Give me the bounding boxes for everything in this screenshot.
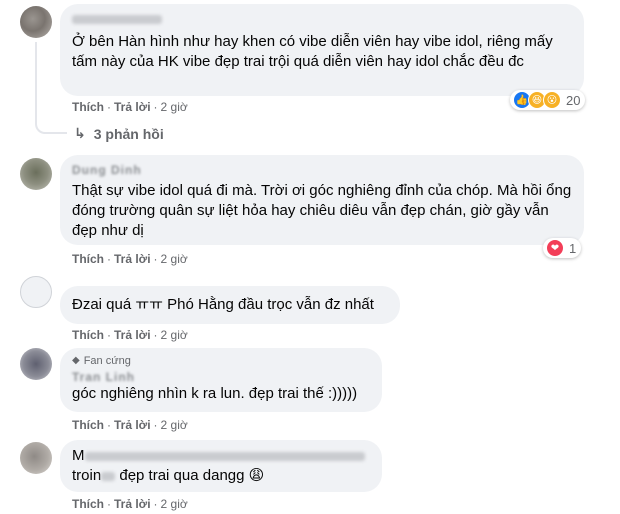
comment-5-redacted-2 [101, 469, 116, 483]
comment-3-reply-link[interactable]: Trả lời [114, 328, 151, 342]
comment-5-line-1: M [72, 446, 370, 466]
commenter-2-name[interactable]: Dung Dinh [72, 163, 572, 177]
comment-1-like-link[interactable]: Thích [72, 100, 104, 114]
commenter-4-avatar[interactable] [20, 348, 52, 380]
comment-5-bubble: M troin đẹp trai qua dangg 😩 [60, 440, 382, 492]
commenter-3-avatar[interactable] [20, 276, 52, 308]
comment-5-like-link[interactable]: Thích [72, 497, 104, 511]
commenter-4-name[interactable]: Tran Linh [72, 370, 370, 384]
comment-1-time[interactable]: 2 giờ [161, 100, 188, 114]
reply-arrow-icon: ↳ [74, 125, 86, 141]
comment-4-like-link[interactable]: Thích [72, 418, 104, 432]
commenter-1-name[interactable] [72, 12, 572, 26]
comment-2-actions: Thích · Trả lời · 2 giờ [72, 252, 188, 266]
weary-face-emoji-icon: 😩 [248, 467, 265, 484]
comment-4-bubble: ◆ Fan cứng Tran Linh góc nghiêng nhìn k … [60, 348, 382, 412]
comment-4-actions: Thích · Trả lời · 2 giờ [72, 418, 188, 432]
comment-5-reply-link[interactable]: Trả lời [114, 497, 151, 511]
comment-3-bubble: Đzai quá ㅠㅠ Phó Hằng đầu trọc vẫn đz nhấ… [60, 286, 400, 324]
comment-1-actions: Thích · Trả lời · 2 giờ [72, 100, 188, 114]
wow-reaction-icon: 😮 [543, 91, 561, 109]
comment-4-time[interactable]: 2 giờ [161, 418, 188, 432]
comment-1-reactions[interactable]: 👍 😆 😮 20 [510, 90, 586, 110]
comment-1-text: Ở bên Hàn hình như hay khen có vibe diễn… [72, 33, 553, 70]
comment-5-line-2: troin đẹp trai qua dangg 😩 [72, 466, 370, 486]
comment-4-reply-link[interactable]: Trả lời [114, 418, 151, 432]
comment-2-text: Thật sự vibe idol quá đi mà. Trời ơi góc… [72, 182, 572, 239]
love-reaction-icon: ❤ [546, 239, 564, 257]
comment-2-like-link[interactable]: Thích [72, 252, 104, 266]
replies-count-label: 3 phản hồi [93, 125, 164, 142]
comment-1-reaction-count: 20 [566, 92, 581, 108]
comment-2-reactions[interactable]: ❤ 1 [543, 238, 582, 258]
comment-2-reply-link[interactable]: Trả lời [114, 252, 151, 266]
comment-3-time[interactable]: 2 giờ [161, 328, 188, 342]
comment-5-line-1-prefix: M [72, 447, 85, 464]
diamond-icon: ◆ [72, 355, 80, 366]
comment-5-actions: Thích · Trả lời · 2 giờ [72, 497, 188, 511]
comment-5-line-2-prefix: troin [72, 467, 102, 484]
comment-5-redacted-1 [84, 449, 365, 463]
thread-connector [35, 42, 67, 134]
view-replies-link[interactable]: ↳ 3 phản hồi [74, 125, 164, 142]
fan-badge: ◆ Fan cứng [72, 354, 370, 368]
comment-2-reaction-count: 1 [569, 240, 577, 256]
comment-5-line-2-suffix: đẹp trai qua dangg [119, 467, 245, 484]
fan-badge-label: Fan cứng [83, 355, 131, 367]
comment-1-bubble: Ở bên Hàn hình như hay khen có vibe diễn… [60, 4, 584, 96]
comment-2-time[interactable]: 2 giờ [161, 252, 188, 266]
comment-3-actions: Thích · Trả lời · 2 giờ [72, 328, 188, 342]
comment-1-reply-link[interactable]: Trả lời [114, 100, 151, 114]
comment-5-time[interactable]: 2 giờ [161, 497, 188, 511]
comment-2-bubble: Dung Dinh Thật sự vibe idol quá đi mà. T… [60, 155, 584, 245]
comment-4-text: góc nghiêng nhìn k ra lun. đẹp trai thế … [72, 385, 358, 402]
comment-3-text: Đzai quá ㅠㅠ Phó Hằng đầu trọc vẫn đz nhấ… [72, 296, 374, 313]
comment-3-like-link[interactable]: Thích [72, 328, 104, 342]
commenter-2-avatar[interactable] [20, 158, 52, 190]
commenter-5-avatar[interactable] [20, 442, 52, 474]
commenter-1-avatar[interactable] [20, 6, 52, 38]
